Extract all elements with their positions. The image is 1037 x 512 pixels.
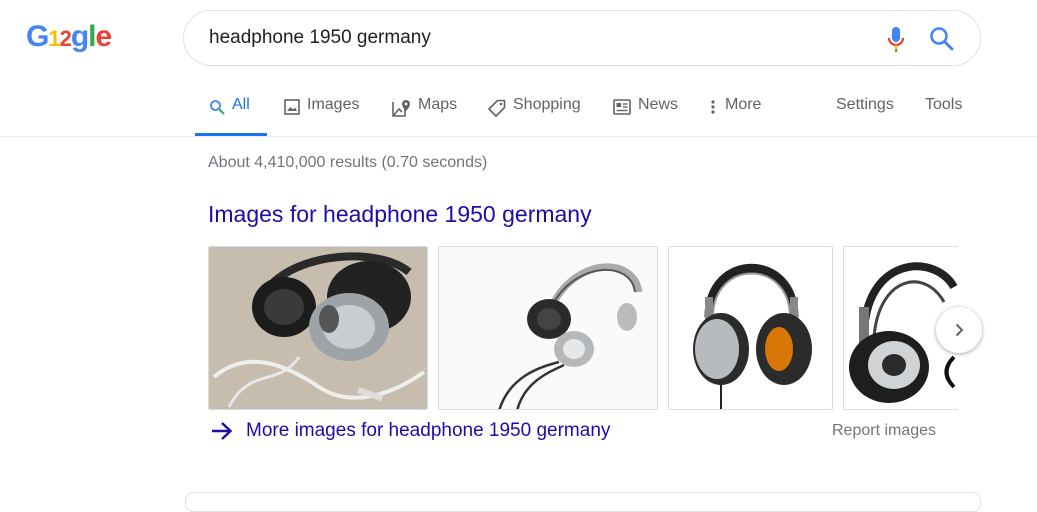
search-input[interactable]: headphone 1950 germany [209, 26, 431, 50]
headphones-photo-2 [439, 247, 657, 409]
tab-all[interactable]: All [209, 96, 250, 136]
more-images-link[interactable]: More images for headphone 1950 germany [210, 419, 610, 443]
logo-letter-l: l [88, 20, 96, 53]
search-icon [930, 27, 954, 51]
more-vertical-icon [711, 100, 715, 114]
tab-more-label: More [725, 96, 762, 113]
arrow-right-icon [212, 422, 233, 440]
result-stats: About 4,410,000 results (0.70 seconds) [208, 154, 488, 171]
headphones-photo-1 [209, 247, 427, 409]
tab-all-label: All [232, 96, 250, 113]
next-result-card [185, 492, 981, 512]
logo-letter-g2: g [70, 20, 89, 53]
tab-images-label: Images [307, 96, 360, 113]
next-images-button[interactable] [936, 307, 982, 353]
microphone-icon[interactable] [884, 25, 908, 53]
tab-shopping[interactable]: Shopping [488, 96, 581, 136]
tools-link[interactable]: Tools [925, 96, 962, 136]
image-thumbnail-2[interactable] [438, 246, 658, 410]
tab-news-label: News [638, 96, 679, 113]
settings-label: Settings [836, 96, 894, 113]
logo-letter-1: 1 [48, 26, 60, 51]
more-images-label: More images for headphone 1950 germany [246, 420, 611, 441]
google-logo[interactable]: G12gle [26, 17, 113, 57]
logo-letter-g: G [26, 20, 49, 53]
tab-maps[interactable]: Maps [392, 96, 457, 136]
header-divider [0, 136, 1037, 137]
logo-letter-2: 2 [59, 26, 72, 51]
search-button[interactable] [928, 25, 956, 53]
tab-more[interactable]: More [709, 96, 761, 136]
image-thumbnail-3[interactable] [668, 246, 833, 410]
tab-maps-label: Maps [418, 96, 458, 113]
tab-news[interactable]: News [613, 96, 678, 136]
chevron-right-icon [955, 323, 964, 337]
image-icon [284, 99, 300, 115]
search-icon [210, 100, 225, 115]
tag-icon [488, 99, 506, 117]
map-icon [392, 100, 410, 117]
logo-letter-e: e [95, 20, 113, 53]
settings-link[interactable]: Settings [836, 96, 894, 136]
image-thumbnail-1[interactable] [208, 246, 428, 410]
report-images-link[interactable]: Report images [832, 422, 936, 440]
tab-shopping-label: Shopping [513, 96, 581, 113]
search-box[interactable]: headphone 1950 germany [183, 10, 981, 66]
images-section-title[interactable]: Images for headphone 1950 germany [208, 201, 592, 228]
tools-label: Tools [925, 96, 963, 113]
tab-images[interactable]: Images [284, 96, 359, 136]
headphones-photo-3 [669, 247, 832, 409]
news-icon [613, 99, 631, 115]
